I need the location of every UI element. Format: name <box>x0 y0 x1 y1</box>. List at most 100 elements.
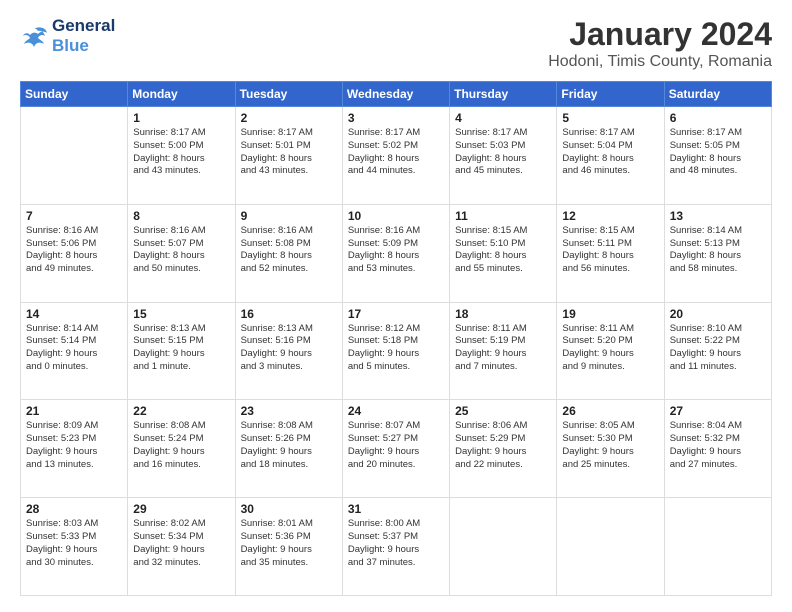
col-thursday: Thursday <box>450 82 557 107</box>
week-row-3: 14 Sunrise: 8:14 AMSunset: 5:14 PMDayligh… <box>21 302 772 400</box>
col-tuesday: Tuesday <box>235 82 342 107</box>
day-info: Sunrise: 8:17 AMSunset: 5:05 PMDaylight:… <box>670 127 766 178</box>
week-row-4: 21 Sunrise: 8:09 AMSunset: 5:23 PMDayligh… <box>21 400 772 498</box>
day-number: 14 <box>26 307 122 321</box>
day-number: 3 <box>348 111 444 125</box>
calendar-cell: 14 Sunrise: 8:14 AMSunset: 5:14 PMDayligh… <box>21 302 128 400</box>
calendar-cell: 19 Sunrise: 8:11 AMSunset: 5:20 PMDayligh… <box>557 302 664 400</box>
calendar-cell: 8 Sunrise: 8:16 AMSunset: 5:07 PMDaylight… <box>128 204 235 302</box>
day-info: Sunrise: 8:13 AMSunset: 5:15 PMDaylight:… <box>133 323 229 374</box>
day-info: Sunrise: 8:01 AMSunset: 5:36 PMDaylight:… <box>241 518 337 569</box>
calendar-cell: 5Sunrise: 8:17 AMSunset: 5:04 PMDaylight… <box>557 107 664 205</box>
day-info: Sunrise: 8:14 AMSunset: 5:13 PMDaylight:… <box>670 225 766 276</box>
col-wednesday: Wednesday <box>342 82 449 107</box>
day-number: 8 <box>133 209 229 223</box>
title-block: January 2024 Hodoni, Timis County, Roman… <box>548 16 772 71</box>
calendar-cell: 7 Sunrise: 8:16 AMSunset: 5:06 PMDaylight… <box>21 204 128 302</box>
main-title: January 2024 <box>548 16 772 53</box>
page: General Blue January 2024 Hodoni, Timis … <box>0 0 792 612</box>
calendar-cell <box>664 498 771 596</box>
calendar-cell: 10 Sunrise: 8:16 AMSunset: 5:09 PMDayligh… <box>342 204 449 302</box>
day-number: 27 <box>670 404 766 418</box>
day-number: 29 <box>133 502 229 516</box>
day-info: Sunrise: 8:16 AMSunset: 5:06 PMDaylight:… <box>26 225 122 276</box>
week-row-5: 28Sunrise: 8:03 AMSunset: 5:33 PMDayligh… <box>21 498 772 596</box>
day-info: Sunrise: 8:16 AMSunset: 5:07 PMDaylight:… <box>133 225 229 276</box>
day-info: Sunrise: 8:15 AMSunset: 5:10 PMDaylight:… <box>455 225 551 276</box>
day-info: Sunrise: 8:11 AMSunset: 5:19 PMDaylight:… <box>455 323 551 374</box>
day-info: Sunrise: 8:03 AMSunset: 5:33 PMDaylight:… <box>26 518 122 569</box>
calendar-cell: 3 Sunrise: 8:17 AMSunset: 5:02 PMDaylight… <box>342 107 449 205</box>
calendar-cell: 15 Sunrise: 8:13 AMSunset: 5:15 PMDayligh… <box>128 302 235 400</box>
header: General Blue January 2024 Hodoni, Timis … <box>20 16 772 71</box>
calendar-cell: 13 Sunrise: 8:14 AMSunset: 5:13 PMDayligh… <box>664 204 771 302</box>
day-number: 15 <box>133 307 229 321</box>
day-number: 17 <box>348 307 444 321</box>
day-number: 20 <box>670 307 766 321</box>
day-info: Sunrise: 8:17 AMSunset: 5:04 PMDaylight:… <box>562 127 658 178</box>
day-number: 10 <box>348 209 444 223</box>
calendar-cell: 6 Sunrise: 8:17 AMSunset: 5:05 PMDaylight… <box>664 107 771 205</box>
calendar-cell: 17 Sunrise: 8:12 AMSunset: 5:18 PMDayligh… <box>342 302 449 400</box>
day-number: 26 <box>562 404 658 418</box>
day-number: 25 <box>455 404 551 418</box>
day-info: Sunrise: 8:07 AMSunset: 5:27 PMDaylight:… <box>348 420 444 471</box>
logo-icon <box>20 25 48 47</box>
col-sunday: Sunday <box>21 82 128 107</box>
calendar-cell: 31Sunrise: 8:00 AMSunset: 5:37 PMDayligh… <box>342 498 449 596</box>
day-info: Sunrise: 8:17 AMSunset: 5:03 PMDaylight:… <box>455 127 551 178</box>
day-number: 23 <box>241 404 337 418</box>
day-info: Sunrise: 8:16 AMSunset: 5:09 PMDaylight:… <box>348 225 444 276</box>
day-number: 13 <box>670 209 766 223</box>
day-info: Sunrise: 8:17 AMSunset: 5:00 PMDaylight:… <box>133 127 229 178</box>
day-info: Sunrise: 8:12 AMSunset: 5:18 PMDaylight:… <box>348 323 444 374</box>
day-info: Sunrise: 8:17 AMSunset: 5:01 PMDaylight:… <box>241 127 337 178</box>
day-info: Sunrise: 8:08 AMSunset: 5:24 PMDaylight:… <box>133 420 229 471</box>
day-number: 16 <box>241 307 337 321</box>
logo-text: General Blue <box>52 16 115 55</box>
calendar-cell: 2Sunrise: 8:17 AMSunset: 5:01 PMDaylight… <box>235 107 342 205</box>
day-number: 22 <box>133 404 229 418</box>
day-number: 6 <box>670 111 766 125</box>
day-info: Sunrise: 8:05 AMSunset: 5:30 PMDaylight:… <box>562 420 658 471</box>
calendar-cell: 23 Sunrise: 8:08 AMSunset: 5:26 PMDayligh… <box>235 400 342 498</box>
calendar-cell: 24 Sunrise: 8:07 AMSunset: 5:27 PMDayligh… <box>342 400 449 498</box>
day-number: 19 <box>562 307 658 321</box>
day-number: 21 <box>26 404 122 418</box>
day-number: 1 <box>133 111 229 125</box>
calendar-cell <box>557 498 664 596</box>
day-number: 12 <box>562 209 658 223</box>
day-info: Sunrise: 8:11 AMSunset: 5:20 PMDaylight:… <box>562 323 658 374</box>
calendar-cell: 16 Sunrise: 8:13 AMSunset: 5:16 PMDayligh… <box>235 302 342 400</box>
day-number: 7 <box>26 209 122 223</box>
day-info: Sunrise: 8:00 AMSunset: 5:37 PMDaylight:… <box>348 518 444 569</box>
calendar-cell: 27 Sunrise: 8:04 AMSunset: 5:32 PMDayligh… <box>664 400 771 498</box>
day-info: Sunrise: 8:08 AMSunset: 5:26 PMDaylight:… <box>241 420 337 471</box>
day-info: Sunrise: 8:09 AMSunset: 5:23 PMDaylight:… <box>26 420 122 471</box>
calendar-cell: 9Sunrise: 8:16 AMSunset: 5:08 PMDaylight… <box>235 204 342 302</box>
calendar-header: Sunday Monday Tuesday Wednesday Thursday… <box>21 82 772 107</box>
calendar-cell: 21 Sunrise: 8:09 AMSunset: 5:23 PMDayligh… <box>21 400 128 498</box>
day-info: Sunrise: 8:06 AMSunset: 5:29 PMDaylight:… <box>455 420 551 471</box>
calendar-cell: 4Sunrise: 8:17 AMSunset: 5:03 PMDaylight… <box>450 107 557 205</box>
subtitle: Hodoni, Timis County, Romania <box>548 53 772 71</box>
day-info: Sunrise: 8:13 AMSunset: 5:16 PMDaylight:… <box>241 323 337 374</box>
calendar-cell: 29Sunrise: 8:02 AMSunset: 5:34 PMDayligh… <box>128 498 235 596</box>
calendar-cell: 11Sunrise: 8:15 AMSunset: 5:10 PMDayligh… <box>450 204 557 302</box>
header-row: Sunday Monday Tuesday Wednesday Thursday… <box>21 82 772 107</box>
calendar-cell <box>21 107 128 205</box>
calendar-cell <box>450 498 557 596</box>
calendar-cell: 30 Sunrise: 8:01 AMSunset: 5:36 PMDayligh… <box>235 498 342 596</box>
day-number: 18 <box>455 307 551 321</box>
logo: General Blue <box>20 16 115 55</box>
calendar-cell: 22 Sunrise: 8:08 AMSunset: 5:24 PMDayligh… <box>128 400 235 498</box>
day-info: Sunrise: 8:04 AMSunset: 5:32 PMDaylight:… <box>670 420 766 471</box>
day-info: Sunrise: 8:17 AMSunset: 5:02 PMDaylight:… <box>348 127 444 178</box>
day-number: 24 <box>348 404 444 418</box>
day-info: Sunrise: 8:14 AMSunset: 5:14 PMDaylight:… <box>26 323 122 374</box>
day-info: Sunrise: 8:16 AMSunset: 5:08 PMDaylight:… <box>241 225 337 276</box>
calendar-cell: 1 Sunrise: 8:17 AMSunset: 5:00 PMDaylight… <box>128 107 235 205</box>
calendar-table: Sunday Monday Tuesday Wednesday Thursday… <box>20 81 772 596</box>
week-row-2: 7 Sunrise: 8:16 AMSunset: 5:06 PMDaylight… <box>21 204 772 302</box>
day-number: 30 <box>241 502 337 516</box>
